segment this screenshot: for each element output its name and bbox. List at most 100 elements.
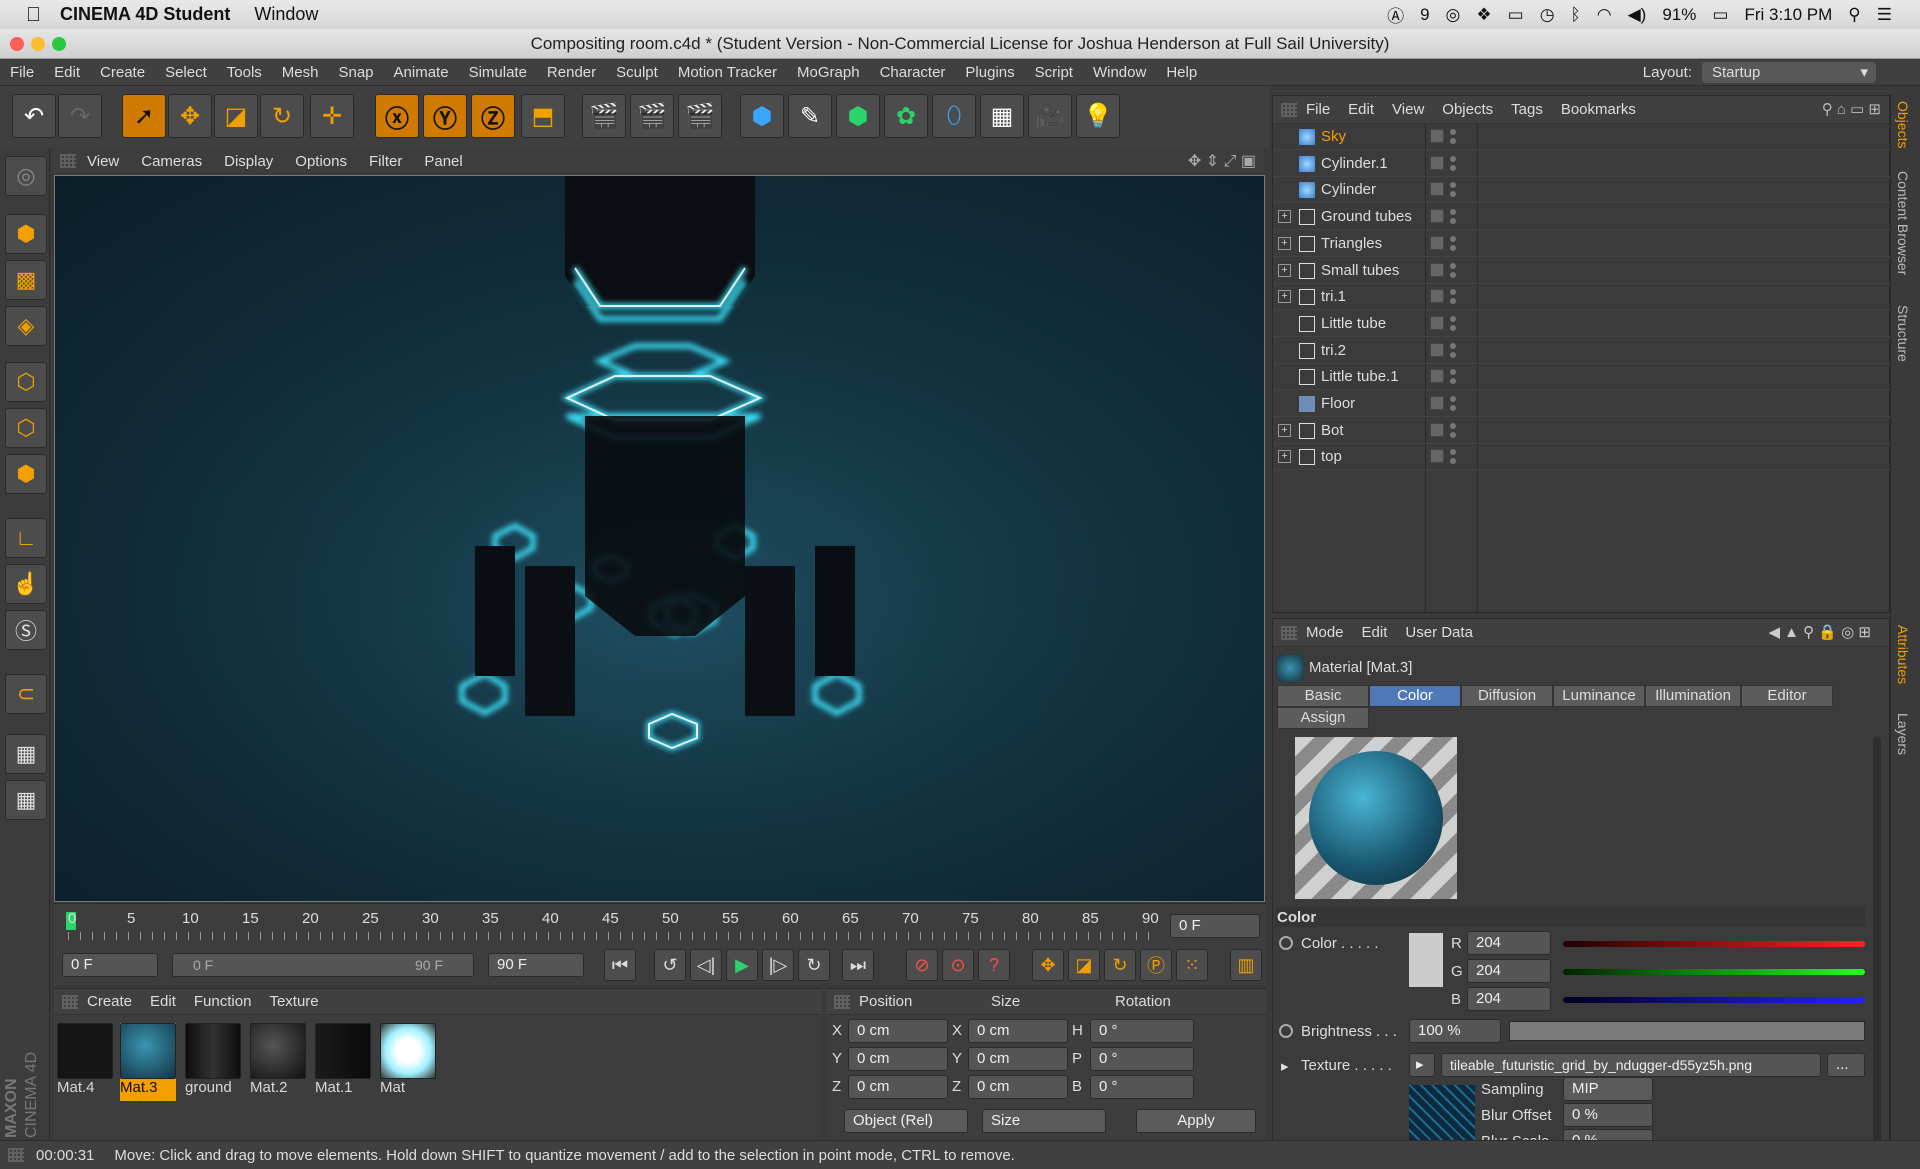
position-y-field[interactable]: 0 cm <box>848 1047 948 1071</box>
mat-menu-create[interactable]: Create <box>78 993 141 1010</box>
tab-editor[interactable]: Editor <box>1741 685 1833 707</box>
render-dot-icon[interactable] <box>1450 324 1456 331</box>
render-dot-icon[interactable] <box>1450 191 1456 198</box>
adobe-icon[interactable]: Ⓐ <box>1387 2 1404 27</box>
goto-end-icon[interactable]: ⏭ <box>842 949 874 981</box>
mat-menu-edit[interactable]: Edit <box>141 993 185 1010</box>
object-row[interactable]: + Bot <box>1273 418 1891 444</box>
rotate-tool-icon[interactable]: ↻ <box>260 94 304 138</box>
panel-grip-icon[interactable] <box>1281 625 1297 640</box>
expand-icon[interactable]: + <box>1278 290 1291 304</box>
obj-menu-file[interactable]: File <box>1297 101 1339 118</box>
edges-mode-icon[interactable]: ⬡ <box>5 408 47 448</box>
color-anim-icon[interactable] <box>1279 936 1293 950</box>
side-tab-layers[interactable]: Layers <box>1895 713 1911 755</box>
render-view-icon[interactable]: 🎬 <box>582 94 626 138</box>
editor-visibility-icon[interactable] <box>1430 342 1444 357</box>
visibility-dot-icon[interactable] <box>1450 369 1456 376</box>
rotation-b-field[interactable]: 0 ° <box>1090 1075 1194 1099</box>
obj-menu-bookmarks[interactable]: Bookmarks <box>1552 101 1645 118</box>
mat-menu-texture[interactable]: Texture <box>260 993 327 1010</box>
camera-icon[interactable]: 🎥 <box>1028 94 1072 138</box>
obj-menu-view[interactable]: View <box>1383 101 1433 118</box>
position-x-field[interactable]: 0 cm <box>848 1019 948 1043</box>
key-parameter-icon[interactable]: Ⓟ <box>1140 949 1172 981</box>
visibility-dot-icon[interactable] <box>1450 262 1456 269</box>
volume-icon[interactable]: ◀) <box>1628 5 1647 25</box>
texture-expand-icon[interactable]: ▸ <box>1281 1057 1289 1075</box>
object-row[interactable]: + Small tubes <box>1273 258 1891 284</box>
brightness-slider[interactable] <box>1509 1021 1865 1041</box>
layout-dropdown[interactable]: Startup <box>1702 62 1876 83</box>
sampling-dropdown[interactable]: MIP <box>1563 1077 1653 1101</box>
apple-icon[interactable]:  <box>26 5 46 25</box>
viewport-menu-filter[interactable]: Filter <box>358 153 413 170</box>
attr-nav-icons[interactable]: ◀ ▲ ⚲ 🔒 ◎ ⊞ <box>1768 623 1871 641</box>
side-tab-objects[interactable]: Objects <box>1895 101 1911 148</box>
editor-visibility-icon[interactable] <box>1430 129 1444 143</box>
attr-menu-user-data[interactable]: User Data <box>1396 624 1482 641</box>
object-row[interactable]: tri.2 <box>1273 338 1891 364</box>
rotation-p-field[interactable]: 0 ° <box>1090 1047 1194 1071</box>
editor-visibility-icon[interactable] <box>1430 396 1444 410</box>
play-icon[interactable]: ▶ <box>726 949 758 981</box>
zoom-window-button[interactable] <box>52 37 66 51</box>
editor-visibility-icon[interactable] <box>1430 315 1444 330</box>
size-y-field[interactable]: 0 cm <box>968 1047 1068 1071</box>
panel-grip-icon[interactable] <box>8 1148 24 1162</box>
texture-menu-button[interactable]: ▸ <box>1409 1053 1435 1077</box>
viewport-menu-cameras[interactable]: Cameras <box>130 153 213 170</box>
r-field[interactable]: 204 <box>1467 931 1551 955</box>
editor-visibility-icon[interactable] <box>1430 369 1444 384</box>
key-rotation-icon[interactable]: ↻ <box>1104 949 1136 981</box>
mat-menu-function[interactable]: Function <box>185 993 261 1010</box>
cloner-icon[interactable]: ✿ <box>884 94 928 138</box>
editor-visibility-icon[interactable] <box>1430 422 1444 437</box>
size-x-field[interactable]: 0 cm <box>968 1019 1068 1043</box>
material-swatch[interactable]: Mat <box>380 1023 436 1101</box>
visibility-dot-icon[interactable] <box>1450 129 1456 135</box>
scale-tool-icon[interactable]: ◪ <box>214 94 258 138</box>
attr-menu-edit[interactable]: Edit <box>1353 624 1397 641</box>
obj-nav-icons[interactable]: ⚲ ⌂ ▭ ⊞ <box>1822 100 1881 118</box>
render-picture-viewer-icon[interactable]: 🎬 <box>630 94 674 138</box>
expand-icon[interactable]: + <box>1278 263 1291 277</box>
visibility-dot-icon[interactable] <box>1450 289 1456 296</box>
workplane-lock-icon[interactable]: ▦ <box>5 734 47 774</box>
menu-render[interactable]: Render <box>537 64 606 81</box>
render-dot-icon[interactable] <box>1450 431 1456 438</box>
notification-center-icon[interactable]: ☰ <box>1877 5 1892 25</box>
tab-assign[interactable]: Assign <box>1277 707 1369 729</box>
b-slider[interactable] <box>1563 997 1865 1003</box>
close-window-button[interactable] <box>10 37 24 51</box>
workplane-mode-icon[interactable]: ◈ <box>5 306 47 346</box>
dropbox-icon[interactable]: ❖ <box>1476 5 1491 25</box>
spline-pen-icon[interactable]: ✎ <box>788 94 832 138</box>
editor-visibility-icon[interactable] <box>1430 289 1444 304</box>
render-dot-icon[interactable] <box>1450 351 1456 358</box>
editor-visibility-icon[interactable] <box>1430 262 1444 277</box>
menu-window[interactable]: Window <box>1083 64 1156 81</box>
airplay-icon[interactable]: ▭ <box>1508 5 1524 25</box>
start-frame-field[interactable]: 0 F <box>62 953 158 977</box>
menu-simulate[interactable]: Simulate <box>459 64 537 81</box>
bluetooth-icon[interactable]: ᛒ <box>1571 5 1581 25</box>
viewport-menu-display[interactable]: Display <box>213 153 284 170</box>
light-icon[interactable]: 💡 <box>1076 94 1120 138</box>
texture-browse-button[interactable]: ... <box>1827 1053 1865 1077</box>
battery-icon[interactable]: ▭ <box>1712 5 1728 25</box>
object-row[interactable]: Floor <box>1273 391 1891 417</box>
expand-icon[interactable]: + <box>1278 450 1291 464</box>
menu-edit[interactable]: Edit <box>44 64 90 81</box>
render-dot-icon[interactable] <box>1450 458 1456 465</box>
visibility-dot-icon[interactable] <box>1450 155 1456 162</box>
next-key-icon[interactable]: ↻ <box>798 949 830 981</box>
viewport-menu-view[interactable]: View <box>76 153 130 170</box>
app-menu[interactable]: CINEMA 4D Student <box>60 4 230 25</box>
render-dot-icon[interactable] <box>1450 244 1456 251</box>
tab-basic[interactable]: Basic <box>1277 685 1369 707</box>
object-row[interactable]: + Ground tubes <box>1273 204 1891 231</box>
snap-icon[interactable]: ⊂ <box>5 674 47 714</box>
render-dot-icon[interactable] <box>1450 271 1456 278</box>
polygons-mode-icon[interactable]: ⬢ <box>5 454 47 494</box>
